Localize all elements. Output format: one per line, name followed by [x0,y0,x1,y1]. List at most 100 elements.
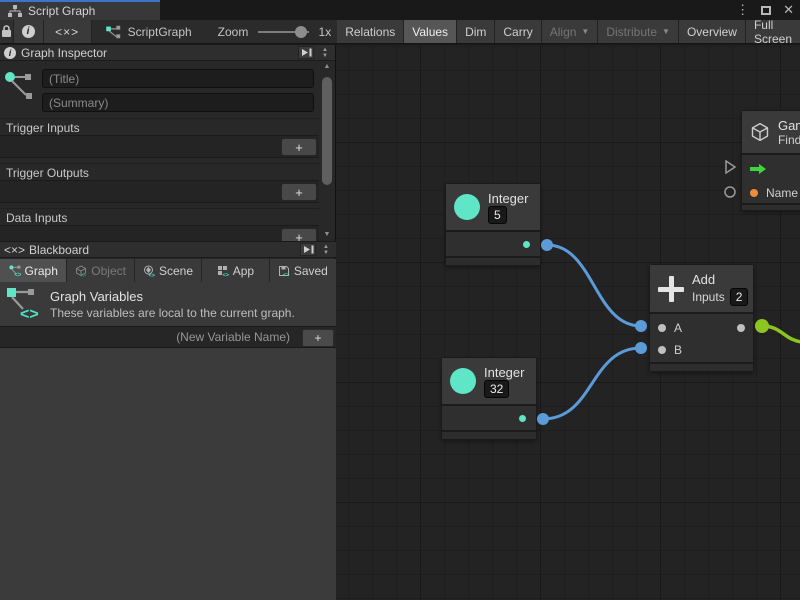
connection-endpoint [755,319,769,333]
graph-info-button[interactable]: i [14,20,44,43]
node-title: Add [692,272,748,287]
relations-button[interactable]: Relations [337,20,404,43]
node-add[interactable]: Add Inputs 2 A B [650,265,753,371]
saved-tab-icon: <> [278,265,290,277]
full-screen-button[interactable]: Full Screen [746,20,800,43]
zoom-value: 1x [313,20,338,43]
sidebar-panel: i Graph Inspector ▲ ▼ [0,45,336,600]
new-variable-input[interactable] [0,327,298,347]
chevron-down-icon: ▼ [662,27,670,36]
graph-variables-title: Graph Variables [50,289,295,304]
graph-title-input[interactable] [42,69,314,88]
graph-variables-info: <> Graph Variables These variables are l… [0,282,336,326]
values-button[interactable]: Values [404,20,457,43]
hierarchy-icon [8,5,22,17]
add-trigger-output-button[interactable]: + [281,183,317,201]
distribute-label: Distribute [606,25,657,39]
node-integer-5[interactable]: Integer 5 [446,184,540,265]
node-integer-32[interactable]: Integer 32 [442,358,536,439]
inputs-count-field[interactable]: 2 [730,288,749,306]
graph-variables-icon [4,69,34,103]
pin-icon [303,245,314,254]
trigger-inputs-label: Trigger Inputs [0,118,320,135]
down-arrow-icon: ▼ [323,250,329,256]
info-icon: i [4,47,16,59]
integer-output-port[interactable] [519,415,526,422]
scrollbar-track[interactable] [319,73,335,229]
maximize-icon[interactable] [761,6,771,15]
add-variable-button[interactable]: + [302,329,334,347]
input-port-a[interactable] [658,324,666,332]
blackboard-title: Blackboard [29,243,89,257]
panel-cycle-arrows[interactable]: ▲ ▼ [319,47,331,59]
tab-graph-label: Graph [25,264,58,278]
object-tab-icon: <> [75,265,87,277]
data-input-port-outline[interactable] [725,187,735,197]
dock-blackboard-button[interactable] [300,243,316,256]
port-b-label: B [674,343,682,357]
integer-value-field[interactable]: 32 [484,380,509,398]
carry-button[interactable]: Carry [495,20,541,43]
info-icon: i [22,25,35,38]
tab-scene-label: Scene [159,264,193,278]
scroll-up-icon[interactable]: ▲ [324,61,331,73]
distribute-button[interactable]: Distribute ▼ [598,20,679,43]
integer-output-port[interactable] [523,241,530,248]
connection-endpoint [635,342,647,354]
input-port-b[interactable] [658,346,666,354]
pin-icon [301,48,312,57]
tab-app[interactable]: <> App [202,259,269,282]
graph-canvas[interactable]: Integer 5 Integer 32 [336,45,800,600]
svg-text:<>: <> [20,306,39,323]
dim-button[interactable]: Dim [457,20,495,43]
tab-graph[interactable]: <> Graph [0,259,67,282]
trigger-inputs-list: + [0,135,320,158]
zoom-slider-handle[interactable] [295,26,307,38]
scroll-down-icon[interactable]: ▼ [324,229,331,241]
blackboard-header: <×> Blackboard ▲ ▼ [0,241,336,258]
node-title: Integer [484,365,524,380]
tab-saved-label: Saved [294,264,328,278]
node-title: GameObject [778,118,800,133]
overview-label: Overview [687,25,737,39]
node-title: Integer [488,191,528,206]
add-icon [658,276,684,302]
integer-value-field[interactable]: 5 [488,206,507,224]
window-menu-icon[interactable]: ⋮ [736,0,749,20]
align-button[interactable]: Align ▼ [542,20,599,43]
connection-endpoint [537,413,549,425]
graph-summary-input[interactable] [42,93,314,112]
inspector-scrollbar[interactable]: ▲ ▼ [319,61,335,241]
name-input-port[interactable] [750,189,758,197]
graph-variables-icon: <> [6,285,40,323]
add-trigger-input-button[interactable]: + [281,138,317,156]
tab-app-label: App [233,264,254,278]
tab-saved[interactable]: <> Saved [270,259,336,282]
down-arrow-icon: ▼ [322,53,328,59]
graph-variables-description: These variables are local to the current… [50,306,295,320]
dim-label: Dim [465,25,486,39]
overview-button[interactable]: Overview [679,20,746,43]
tab-scene[interactable]: <> Scene [135,259,202,282]
tab-object[interactable]: <> Object [67,259,134,282]
connection-endpoint [541,239,553,251]
svg-text:<>: <> [222,272,228,277]
flow-input-port-outline[interactable] [726,161,735,173]
svg-text:<>: <> [283,272,289,277]
flow-enter-port-icon[interactable] [750,164,766,174]
lock-button[interactable] [0,20,14,43]
blackboard-cycle-arrows[interactable]: ▲ ▼ [320,244,332,256]
trigger-outputs-label: Trigger Outputs [0,163,320,180]
tab-script-graph[interactable]: Script Graph [0,0,160,20]
data-inputs-label: Data Inputs [0,208,320,225]
zoom-slider[interactable] [258,20,308,43]
graph-inspector-title: Graph Inspector [21,46,107,60]
svg-text:<>: <> [149,273,155,277]
sum-output-port[interactable] [737,324,745,332]
scrollbar-thumb[interactable] [322,77,332,185]
code-view-button[interactable]: <×> [44,20,92,43]
trigger-outputs-list: + [0,180,320,203]
variables-empty-area [0,348,336,600]
node-gameobject-find[interactable]: GameObject Find Name [742,111,800,210]
dock-panel-button[interactable] [298,46,314,59]
